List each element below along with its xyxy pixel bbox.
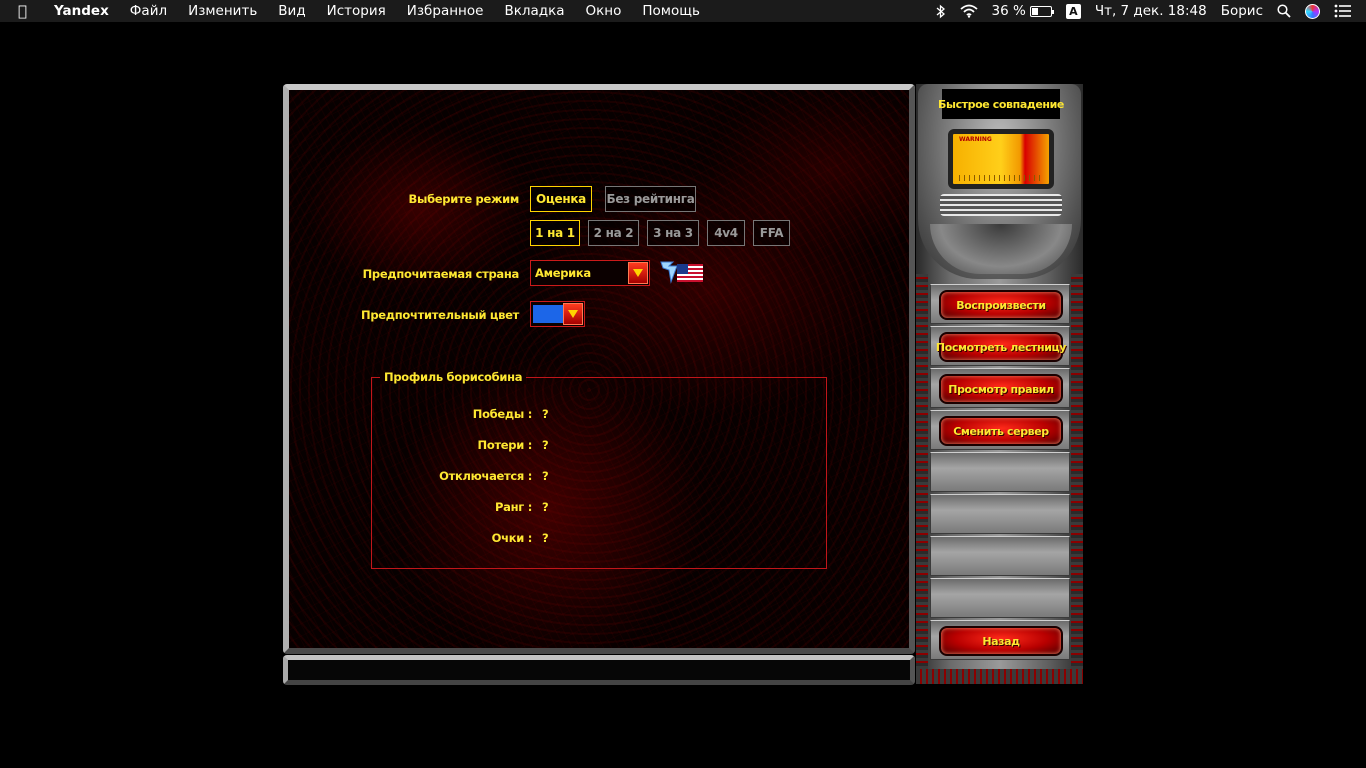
battery-status[interactable]: 36 %: [991, 3, 1054, 19]
keyboard-layout-label: A: [1065, 3, 1081, 19]
menu-file[interactable]: Файл: [130, 3, 167, 19]
battery-percent: 36 %: [991, 3, 1026, 19]
side-panel: Быстрое совпадение WARNING Воспроизвести…: [916, 84, 1083, 684]
profile-title: Профиль борисобина: [380, 370, 527, 384]
team-size-2v2-button[interactable]: 2 на 2: [588, 220, 639, 246]
country-value: Америка: [535, 266, 591, 280]
menu-edit[interactable]: Изменить: [188, 3, 257, 19]
bluetooth-icon[interactable]: [936, 4, 946, 19]
stat-rank-value: ?: [542, 500, 549, 514]
color-dropdown[interactable]: [530, 301, 585, 327]
view-ladder-button[interactable]: Посмотреть лестницу: [936, 332, 1066, 362]
mode-unranked-button[interactable]: Без рейтинга: [605, 186, 696, 212]
warning-screen-icon: WARNING: [948, 129, 1054, 189]
color-swatch: [533, 305, 563, 323]
clock[interactable]: Чт, 7 дек. 18:48: [1095, 3, 1207, 19]
slot-empty-1: [930, 452, 1070, 492]
menu-tab[interactable]: Вкладка: [504, 3, 564, 19]
chevron-down-icon[interactable]: [563, 303, 583, 325]
menu-window[interactable]: Окно: [586, 3, 622, 19]
menu-history[interactable]: История: [327, 3, 386, 19]
slot-server: Сменить сервер: [930, 410, 1070, 450]
country-label: Предпочитаемая страна: [362, 267, 520, 281]
apple-menu-icon[interactable]: : [18, 2, 38, 20]
menu-help[interactable]: Помощь: [642, 3, 700, 19]
slot-ladder: Посмотреть лестницу: [930, 326, 1070, 366]
wifi-icon[interactable]: [959, 4, 978, 18]
stat-points-label: Очки :: [491, 531, 533, 545]
quick-match-panel: Выберите режим Оценка Без рейтинга 1 на …: [283, 84, 915, 654]
stat-wins-value: ?: [542, 407, 549, 421]
game-window: Выберите режим Оценка Без рейтинга 1 на …: [283, 84, 1083, 685]
slot-empty-3: [930, 536, 1070, 576]
slot-back: Назад: [930, 620, 1070, 660]
status-bar: [283, 655, 915, 685]
menu-view[interactable]: Вид: [278, 3, 305, 19]
mode-label: Выберите режим: [408, 192, 520, 206]
menu-bar:  Yandex Файл Изменить Вид История Избра…: [0, 0, 1366, 22]
stat-losses-value: ?: [542, 438, 549, 452]
grill-decoration: [940, 194, 1062, 216]
usa-flag-icon: [660, 261, 703, 284]
view-rules-button[interactable]: Просмотр правил: [939, 374, 1063, 404]
play-button[interactable]: Воспроизвести: [939, 290, 1063, 320]
side-rail-right: [1071, 274, 1083, 674]
chevron-down-icon[interactable]: [628, 262, 648, 284]
side-bottom-cap: [916, 669, 1083, 684]
keyboard-layout-icon[interactable]: A: [1065, 3, 1081, 19]
slot-rules: Просмотр правил: [930, 368, 1070, 408]
stat-points-value: ?: [542, 531, 549, 545]
header-base-decoration: [930, 224, 1072, 274]
profile-box: Профиль борисобина Победы : ? Потери : ?…: [371, 370, 827, 569]
team-size-1v1-button[interactable]: 1 на 1: [530, 220, 580, 246]
stat-disconnects-value: ?: [542, 469, 549, 483]
side-rail-left: [916, 274, 928, 674]
user-menu[interactable]: Борис: [1221, 3, 1263, 19]
side-panel-header: Быстрое совпадение WARNING: [918, 84, 1081, 279]
slot-empty-4: [930, 578, 1070, 618]
stat-wins-label: Победы :: [472, 407, 533, 421]
siri-icon[interactable]: [1305, 3, 1320, 19]
team-size-3v3-button[interactable]: 3 на 3: [647, 220, 699, 246]
side-panel-title: Быстрое совпадение: [938, 89, 1064, 119]
slot-empty-2: [930, 494, 1070, 534]
app-menu[interactable]: Yandex: [54, 3, 109, 19]
team-size-4v4-button[interactable]: 4v4: [707, 220, 745, 246]
stat-rank-label: Ранг :: [495, 500, 532, 514]
control-center-icon[interactable]: [1334, 4, 1352, 18]
team-size-ffa-button[interactable]: FFA: [753, 220, 790, 246]
country-dropdown[interactable]: Америка: [530, 260, 650, 286]
warning-text: WARNING: [959, 136, 992, 143]
change-server-button[interactable]: Сменить сервер: [939, 416, 1063, 446]
back-button[interactable]: Назад: [939, 626, 1063, 656]
menu-bookmarks[interactable]: Избранное: [407, 3, 484, 19]
stat-disconnects-label: Отключается :: [439, 469, 532, 483]
slot-play: Воспроизвести: [930, 284, 1070, 324]
stat-losses-label: Потери :: [477, 438, 533, 452]
mode-ranked-button[interactable]: Оценка: [530, 186, 592, 212]
color-label: Предпочтительный цвет: [361, 308, 519, 322]
battery-fill: [1031, 7, 1038, 15]
spotlight-search-icon[interactable]: [1277, 4, 1291, 18]
battery-icon: [1029, 5, 1054, 17]
